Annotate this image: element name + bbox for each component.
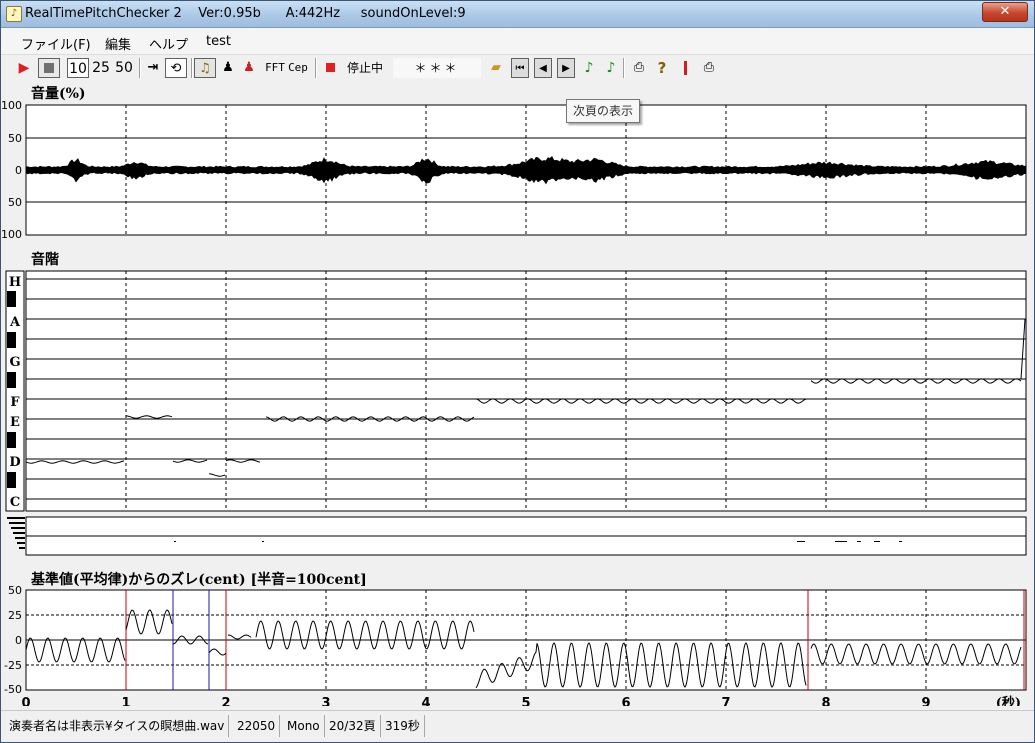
- volume-ticks: 100 50 0 50 100: [1, 99, 22, 241]
- app-window: ♪ RealTimePitchChecker 2 Ver:0.95b A:442…: [0, 0, 1035, 743]
- time-tick-5: 5: [521, 696, 530, 706]
- cent-tick-25: 25: [8, 609, 22, 622]
- status-page: 20/32頁: [325, 715, 381, 737]
- strip-ticks: [7, 517, 25, 549]
- cent-tick-minus50: -50: [4, 683, 22, 696]
- time-axis: 0 1 2 3 4 5 6 7 8 9: [21, 696, 930, 706]
- time-tick-9: 9: [921, 696, 930, 706]
- next-page-tooltip: 次頁の表示: [566, 99, 640, 123]
- status-channels: Mono: [283, 715, 325, 737]
- note-H: H: [9, 275, 21, 290]
- note-F: F: [10, 395, 20, 410]
- time-tick-0: 0: [21, 696, 30, 706]
- graph-canvas: 100 50 0 50 100 H A G F E D C 50 25 0 -2…: [1, 99, 1027, 706]
- note-G: G: [9, 355, 20, 370]
- time-tick-4: 4: [421, 696, 430, 706]
- status-bar: 演奏者名は非表示¥タイスの瞑想曲.wav 22050 Mono 20/32頁 3…: [1, 710, 1034, 742]
- cent-tick-50: 50: [8, 584, 22, 597]
- vol-tick-50-lower: 50: [8, 196, 22, 209]
- note-A: A: [9, 315, 21, 330]
- time-tick-6: 6: [621, 696, 630, 706]
- note-C: C: [10, 495, 20, 510]
- note-D: D: [9, 455, 20, 470]
- vol-tick-50: 50: [8, 132, 22, 145]
- cent-tick-minus25: -25: [4, 659, 22, 672]
- black-key: [7, 432, 16, 448]
- black-key: [7, 291, 16, 307]
- cent-tick-0: 0: [15, 634, 22, 647]
- vol-tick-0: 0: [15, 164, 22, 177]
- status-samplerate: 22050: [233, 715, 281, 737]
- time-tick-2: 2: [221, 696, 230, 706]
- vol-tick-100: 100: [1, 99, 22, 112]
- status-duration: 319秒: [381, 715, 425, 737]
- black-key: [7, 472, 16, 488]
- piano-keyboard: H A G F E D C: [5, 270, 25, 512]
- time-tick-7: 7: [721, 696, 730, 706]
- status-filename: 演奏者名は非表示¥タイスの瞑想曲.wav: [5, 715, 230, 737]
- vol-tick-100-lower: 100: [1, 228, 22, 241]
- time-tick-3: 3: [321, 696, 330, 706]
- time-tick-8: 8: [821, 696, 830, 706]
- black-key: [7, 372, 16, 388]
- note-E: E: [10, 415, 20, 430]
- cent-ticks: 50 25 0 -25 -50: [4, 584, 22, 696]
- black-key: [7, 332, 16, 348]
- time-unit: (秒): [996, 695, 1021, 706]
- time-tick-1: 1: [121, 696, 130, 706]
